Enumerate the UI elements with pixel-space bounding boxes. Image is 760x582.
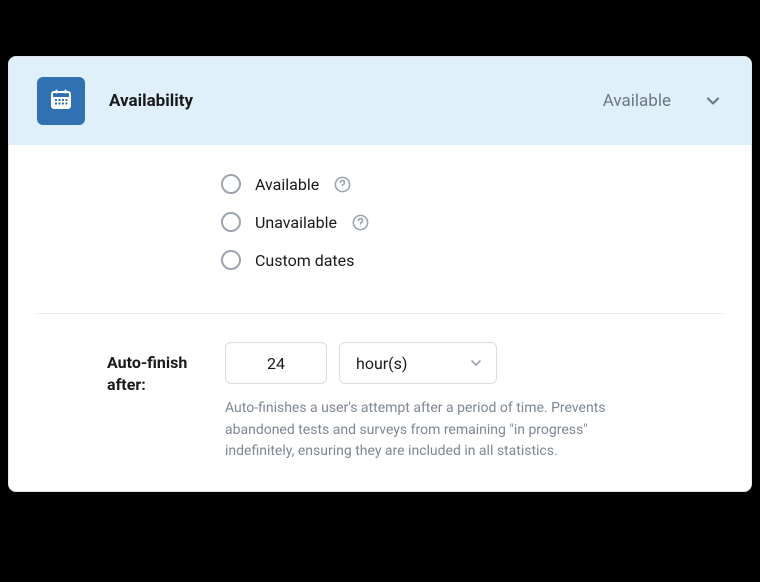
auto-finish-help-text: Auto-finishes a user's attempt after a p…: [225, 398, 645, 463]
help-icon[interactable]: [351, 213, 370, 232]
auto-finish-row: Auto-finish after: hour(s) Auto-finishes…: [37, 342, 723, 463]
radio-icon: [221, 212, 241, 232]
radio-label: Available: [255, 175, 319, 194]
radio-icon: [221, 174, 241, 194]
calendar-icon-box: [37, 77, 85, 125]
radio-label: Custom dates: [255, 251, 354, 270]
chevron-down-icon[interactable]: [703, 91, 723, 111]
panel-title: Availability: [109, 91, 579, 111]
radio-label: Unavailable: [255, 213, 337, 232]
radio-option-custom-dates[interactable]: Custom dates: [221, 241, 723, 279]
auto-finish-controls: hour(s) Auto-finishes a user's attempt a…: [225, 342, 723, 463]
auto-finish-label: Auto-finish after:: [107, 342, 201, 397]
auto-finish-value-input[interactable]: [225, 342, 327, 384]
calendar-icon: [49, 87, 73, 115]
panel-status: Available: [603, 91, 671, 111]
select-value: hour(s): [356, 354, 407, 373]
auto-finish-unit-select[interactable]: hour(s): [339, 342, 497, 384]
divider: [37, 313, 723, 314]
availability-panel: Availability Available Available: [8, 56, 752, 492]
radio-option-available[interactable]: Available: [221, 165, 723, 203]
help-icon[interactable]: [333, 175, 352, 194]
panel-body: Available Unavailable: [9, 145, 751, 491]
radio-icon: [221, 250, 241, 270]
panel-header[interactable]: Availability Available: [9, 57, 751, 145]
controls-line: hour(s): [225, 342, 723, 384]
chevron-down-icon: [468, 355, 484, 371]
availability-options: Available Unavailable: [221, 153, 723, 279]
radio-option-unavailable[interactable]: Unavailable: [221, 203, 723, 241]
